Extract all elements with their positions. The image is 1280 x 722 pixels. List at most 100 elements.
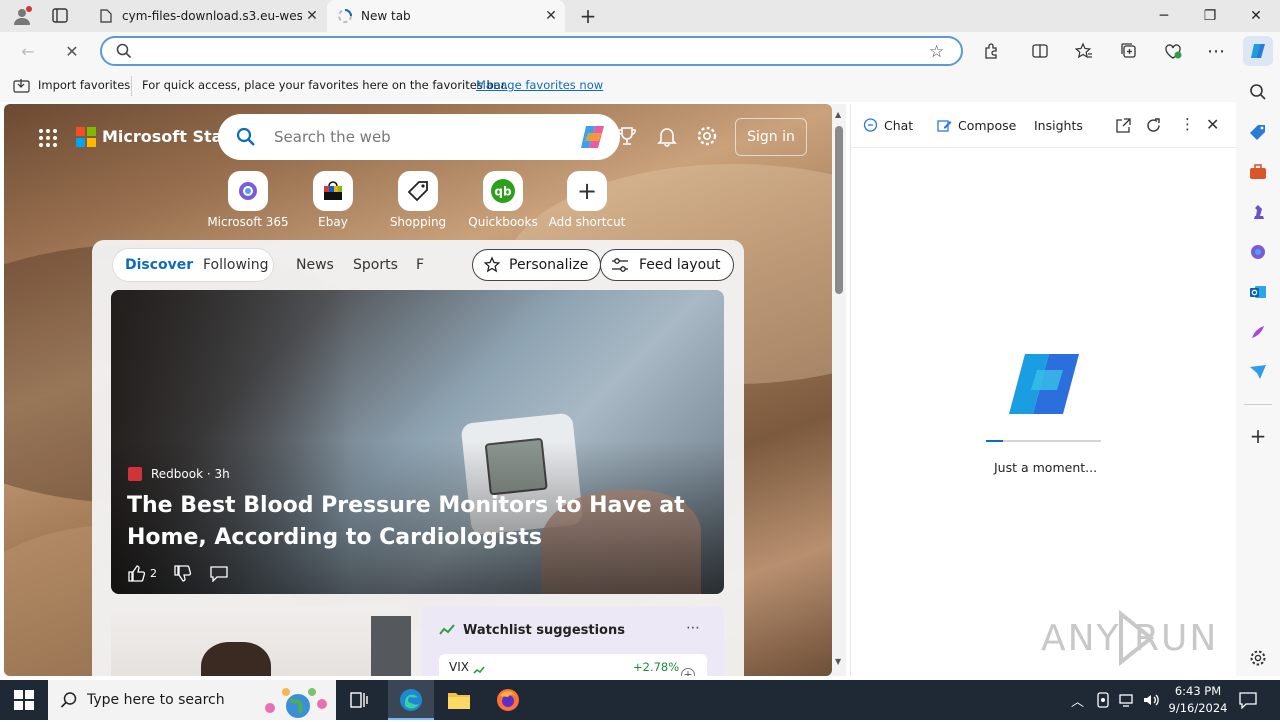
refresh-icon[interactable] bbox=[1146, 118, 1161, 136]
redbook-logo-icon bbox=[128, 467, 142, 481]
shortcut-quickbooks[interactable]: qb Quickbooks bbox=[461, 171, 545, 229]
favorite-star-icon[interactable]: ☆ bbox=[929, 42, 944, 62]
rewards-trophy-icon[interactable] bbox=[615, 124, 639, 148]
personalize-label: Personalize bbox=[509, 257, 589, 273]
feed-pill-tabs: Discover Following bbox=[112, 248, 274, 282]
shopping-tag-icon[interactable] bbox=[1248, 122, 1268, 142]
copilot-sidebar: Chat Compose Insights ⋮ ✕ Just a moment.… bbox=[850, 104, 1237, 676]
close-tab-icon[interactable]: ✕ bbox=[304, 8, 320, 24]
split-screen-icon[interactable] bbox=[1026, 37, 1054, 65]
extensions-icon[interactable] bbox=[978, 37, 1006, 65]
more-options-icon[interactable]: ⋮ bbox=[1180, 115, 1195, 133]
search-highlight-globe-icon bbox=[262, 684, 332, 722]
add-icon: + bbox=[567, 171, 607, 211]
back-icon[interactable]: ← bbox=[14, 37, 42, 65]
tab-following[interactable]: Following bbox=[203, 257, 269, 273]
browser-essentials-icon[interactable] bbox=[1159, 37, 1187, 65]
tab-s3-download[interactable]: cym-files-download.s3.eu-west- ✕ bbox=[88, 0, 326, 32]
tab-more[interactable]: F bbox=[416, 257, 424, 273]
taskbar-search-box[interactable]: Type here to search bbox=[48, 680, 336, 720]
profile-icon[interactable] bbox=[12, 6, 32, 26]
notification-center-icon[interactable] bbox=[1239, 691, 1257, 712]
settings-gear-icon[interactable] bbox=[695, 124, 719, 148]
stop-loading-icon[interactable]: ✕ bbox=[58, 37, 86, 65]
outlook-icon[interactable] bbox=[1248, 282, 1268, 302]
trend-chart-icon bbox=[473, 663, 485, 676]
network-icon[interactable] bbox=[1118, 692, 1136, 711]
dislike-icon[interactable] bbox=[174, 565, 192, 586]
close-window-icon[interactable]: ✕ bbox=[1233, 0, 1279, 32]
add-icon[interactable]: + bbox=[1248, 424, 1268, 448]
copilot-tab-compose[interactable]: Compose bbox=[937, 118, 1016, 133]
task-view-icon[interactable] bbox=[349, 690, 369, 713]
close-pane-icon[interactable]: ✕ bbox=[1206, 115, 1219, 134]
windows-start-icon[interactable] bbox=[14, 690, 34, 713]
comment-icon[interactable] bbox=[210, 566, 228, 585]
stock-change: +2.78% bbox=[633, 660, 680, 674]
copilot-tab-insights[interactable]: Insights bbox=[1034, 118, 1083, 133]
show-hidden-icons-chevron-icon[interactable]: ︿ bbox=[1071, 691, 1084, 710]
search-icon[interactable] bbox=[1248, 82, 1268, 102]
open-in-new-icon[interactable] bbox=[1116, 118, 1131, 136]
shortcut-shopping[interactable]: Shopping bbox=[376, 171, 460, 229]
minimize-icon[interactable]: ─ bbox=[1141, 0, 1187, 32]
apps-launcher-icon[interactable] bbox=[38, 128, 58, 151]
web-search-box[interactable]: Search the web bbox=[218, 114, 620, 160]
shortcut-microsoft-365[interactable]: Microsoft 365 bbox=[206, 171, 290, 229]
shortcut-label: Shopping bbox=[389, 215, 447, 229]
personalize-button[interactable]: Personalize bbox=[472, 249, 602, 281]
article-card[interactable] bbox=[111, 606, 411, 676]
microsoft-365-icon[interactable] bbox=[1248, 242, 1268, 262]
taskbar-search-input[interactable]: Type here to search bbox=[87, 692, 225, 708]
tab-news[interactable]: News bbox=[296, 257, 334, 273]
add-to-watchlist-icon[interactable]: + bbox=[681, 668, 695, 676]
send-paper-plane-icon[interactable] bbox=[1248, 362, 1268, 382]
restore-icon[interactable]: ❐ bbox=[1187, 0, 1233, 32]
import-favorites-button[interactable]: Import favorites bbox=[38, 78, 130, 92]
taskbar-edge-app[interactable] bbox=[388, 680, 434, 720]
tab-new-tab[interactable]: New tab ✕ bbox=[327, 0, 565, 32]
close-tab-icon[interactable]: ✕ bbox=[543, 8, 559, 24]
hero-article-card[interactable]: Redbook · 3h The Best Blood Pressure Mon… bbox=[111, 290, 724, 594]
sign-in-button[interactable]: Sign in bbox=[735, 118, 807, 156]
notifications-bell-icon[interactable] bbox=[655, 124, 679, 148]
tab-sports[interactable]: Sports bbox=[353, 257, 398, 273]
new-tab-icon[interactable]: + bbox=[578, 6, 598, 26]
device-icon[interactable] bbox=[1096, 692, 1110, 711]
sidebar-settings-icon[interactable] bbox=[1248, 648, 1268, 668]
copilot-search-icon[interactable] bbox=[578, 123, 608, 154]
clock-time[interactable]: 6:43 PM bbox=[1168, 684, 1228, 698]
shortcut-add[interactable]: + Add shortcut bbox=[545, 171, 629, 229]
stock-row[interactable]: VIX +2.78% + bbox=[439, 654, 707, 676]
search-input[interactable]: Search the web bbox=[274, 128, 391, 146]
address-bar[interactable]: ☆ bbox=[100, 36, 963, 66]
favorites-icon[interactable] bbox=[1070, 37, 1098, 65]
scrollbar-thumb[interactable] bbox=[835, 126, 843, 294]
volume-icon[interactable] bbox=[1142, 692, 1160, 711]
tools-briefcase-icon[interactable] bbox=[1248, 162, 1268, 182]
more-options-icon[interactable]: ⋯ bbox=[686, 620, 700, 636]
file-explorer-icon[interactable] bbox=[447, 689, 471, 714]
games-chess-icon[interactable] bbox=[1248, 202, 1268, 222]
more-menu-icon[interactable]: ⋯ bbox=[1202, 37, 1230, 65]
collections-icon[interactable] bbox=[1115, 37, 1143, 65]
tab-label: New tab bbox=[361, 9, 411, 23]
article-title[interactable]: The Best Blood Pressure Monitors to Have… bbox=[127, 490, 712, 554]
tab-discover[interactable]: Discover bbox=[125, 257, 193, 273]
shortcut-ebay[interactable]: Ebay bbox=[291, 171, 375, 229]
designer-icon[interactable] bbox=[1248, 322, 1268, 342]
copilot-tab-chat[interactable]: Chat bbox=[863, 118, 913, 133]
copilot-icon[interactable] bbox=[1243, 36, 1273, 66]
watchlist-card: Watchlist suggestions ⋯ VIX +2.78% + bbox=[422, 606, 724, 676]
scroll-up-icon[interactable]: ▲ bbox=[835, 110, 841, 119]
insights-label: Insights bbox=[1034, 118, 1083, 133]
firefox-icon[interactable] bbox=[496, 688, 520, 715]
feed-layout-button[interactable]: Feed layout bbox=[600, 249, 734, 281]
scroll-down-icon[interactable]: ▼ bbox=[835, 657, 841, 666]
manage-favorites-link[interactable]: Manage favorites now bbox=[476, 78, 603, 92]
tab-actions-icon[interactable] bbox=[50, 7, 70, 25]
page-scrollbar[interactable]: ▲ ▼ bbox=[832, 104, 846, 676]
article-source[interactable]: Redbook · 3h bbox=[151, 467, 230, 481]
clock-date[interactable]: 9/16/2024 bbox=[1162, 701, 1234, 715]
like-icon[interactable] bbox=[128, 564, 146, 585]
